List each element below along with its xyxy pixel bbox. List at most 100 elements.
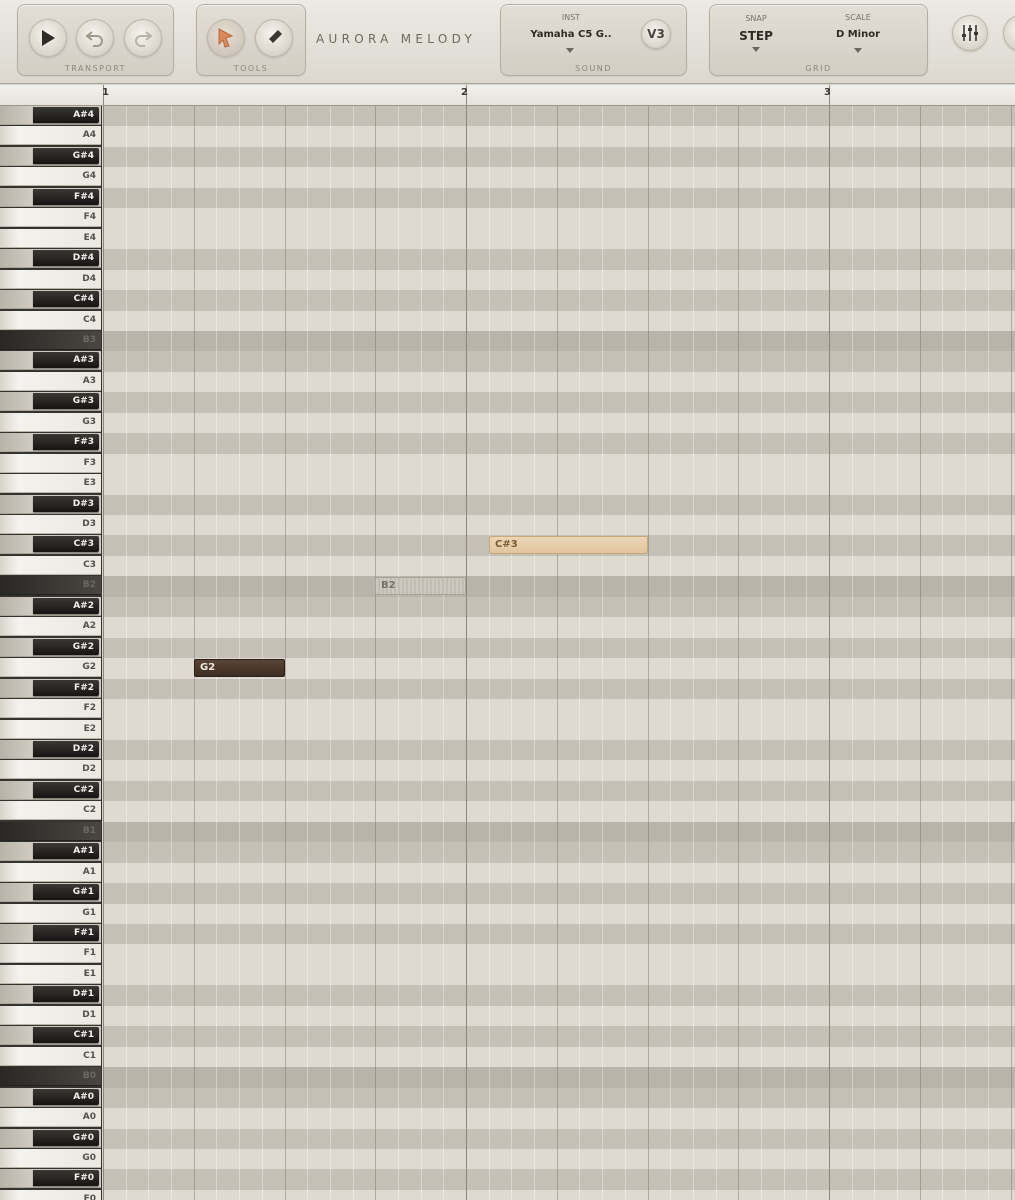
mixer-icon (960, 23, 980, 43)
piano-key-g0[interactable]: G0 (0, 1149, 101, 1168)
piano-key-fsharp1[interactable]: F#1 (0, 924, 101, 943)
piano-key-d1[interactable]: D1 (0, 1006, 101, 1025)
play-button[interactable] (29, 19, 67, 57)
black-key-label: A#1 (33, 843, 99, 859)
piano-key-b0[interactable]: B0 (0, 1067, 101, 1086)
black-key-label: C#4 (33, 291, 99, 307)
black-key-label: F#3 (33, 434, 99, 450)
note-csharp3[interactable]: C#3 (489, 536, 648, 554)
snap-label: SNAP (745, 14, 767, 23)
piano-keyboard[interactable]: A#4 A4 G#4 G4 F#4 F4 E4 D#4 D4 C#4 C4 B3 A#3 A3 G#3 G3 F… (0, 106, 102, 1200)
piano-key-c1[interactable]: C1 (0, 1047, 101, 1066)
piano-key-fsharp4[interactable]: F#4 (0, 188, 101, 207)
piano-key-fsharp2[interactable]: F#2 (0, 679, 101, 698)
piano-key-asharp2[interactable]: A#2 (0, 597, 101, 616)
redo-icon (133, 29, 153, 47)
piano-key-f0[interactable]: F0 (0, 1190, 101, 1200)
piano-key-g2[interactable]: G2 (0, 658, 101, 677)
mixer-button[interactable] (952, 15, 988, 51)
piano-key-csharp3[interactable]: C#3 (0, 535, 101, 554)
piano-key-c4[interactable]: C4 (0, 311, 101, 330)
piano-key-dsharp3[interactable]: D#3 (0, 495, 101, 514)
black-key-label: C#2 (33, 782, 99, 798)
black-key-label: G#1 (33, 884, 99, 900)
piano-key-g3[interactable]: G3 (0, 413, 101, 432)
piano-key-gsharp1[interactable]: G#1 (0, 883, 101, 902)
transport-panel: TRANSPORT (17, 4, 174, 76)
version-button[interactable]: V3 (641, 19, 671, 49)
grid-line (784, 106, 785, 1200)
piano-key-f3[interactable]: F3 (0, 454, 101, 473)
piano-key-asharp4[interactable]: A#4 (0, 106, 101, 125)
grid-line (761, 106, 762, 1200)
piano-key-gsharp3[interactable]: G#3 (0, 392, 101, 411)
more-options-button[interactable] (1003, 15, 1015, 51)
grid-line (421, 106, 422, 1200)
piano-key-fsharp0[interactable]: F#0 (0, 1169, 101, 1188)
piano-key-g4[interactable]: G4 (0, 167, 101, 186)
piano-key-d2[interactable]: D2 (0, 760, 101, 779)
piano-key-csharp4[interactable]: C#4 (0, 290, 101, 309)
grid-line (489, 106, 490, 1200)
grid-line (988, 106, 989, 1200)
note-grid[interactable]: C#3 B2 G2 (103, 106, 1015, 1200)
black-key-label: A#2 (33, 598, 99, 614)
note-g2[interactable]: G2 (194, 659, 285, 677)
piano-key-dsharp4[interactable]: D#4 (0, 249, 101, 268)
piano-key-a1[interactable]: A1 (0, 863, 101, 882)
piano-key-asharp3[interactable]: A#3 (0, 351, 101, 370)
piano-key-e2[interactable]: E2 (0, 720, 101, 739)
piano-key-a2[interactable]: A2 (0, 617, 101, 636)
black-key-label: G#3 (33, 393, 99, 409)
grid-line (738, 106, 739, 1200)
piano-key-d4[interactable]: D4 (0, 270, 101, 289)
piano-key-f2[interactable]: F2 (0, 699, 101, 718)
instrument-select[interactable]: Yamaha C5 G.. (501, 29, 641, 40)
piano-key-dsharp1[interactable]: D#1 (0, 985, 101, 1004)
piano-key-e3[interactable]: E3 (0, 474, 101, 493)
scale-dropdown-arrow[interactable] (854, 48, 862, 53)
instrument-dropdown-arrow[interactable] (566, 48, 574, 53)
piano-key-e1[interactable]: E1 (0, 965, 101, 984)
grid-line (806, 106, 807, 1200)
snap-dropdown-arrow[interactable] (752, 47, 760, 52)
piano-key-g1[interactable]: G1 (0, 904, 101, 923)
piano-key-gsharp0[interactable]: G#0 (0, 1129, 101, 1148)
piano-key-e4[interactable]: E4 (0, 229, 101, 248)
piano-key-b1[interactable]: B1 (0, 822, 101, 841)
timeline-ruler[interactable]: 1 2 3 (102, 85, 1015, 106)
grid-line (579, 106, 580, 1200)
piano-key-csharp2[interactable]: C#2 (0, 781, 101, 800)
piano-key-b3[interactable]: B3 (0, 331, 101, 350)
grid-line (285, 106, 286, 1200)
piano-key-fsharp3[interactable]: F#3 (0, 433, 101, 452)
grid-line (307, 106, 308, 1200)
piano-key-asharp0[interactable]: A#0 (0, 1088, 101, 1107)
piano-key-a4[interactable]: A4 (0, 126, 101, 145)
piano-key-csharp1[interactable]: C#1 (0, 1026, 101, 1045)
ruler-bar-number: 1 (102, 87, 109, 98)
snap-select[interactable]: STEP (710, 29, 802, 43)
note-b2[interactable]: B2 (375, 577, 466, 595)
undo-button[interactable] (76, 19, 114, 57)
piano-key-d3[interactable]: D3 (0, 515, 101, 534)
select-tool-button[interactable] (207, 19, 245, 57)
piano-key-c2[interactable]: C2 (0, 801, 101, 820)
piano-key-a0[interactable]: A0 (0, 1108, 101, 1127)
piano-key-f4[interactable]: F4 (0, 208, 101, 227)
grid-line (670, 106, 671, 1200)
black-key-label: C#1 (33, 1027, 99, 1043)
piano-key-f1[interactable]: F1 (0, 944, 101, 963)
redo-button[interactable] (124, 19, 162, 57)
piano-key-gsharp4[interactable]: G#4 (0, 147, 101, 166)
piano-key-a3[interactable]: A3 (0, 372, 101, 391)
scale-select[interactable]: D Minor (806, 29, 910, 40)
pencil-tool-button[interactable] (255, 19, 293, 57)
piano-key-c3[interactable]: C3 (0, 556, 101, 575)
grid-line (852, 106, 853, 1200)
piano-key-gsharp2[interactable]: G#2 (0, 638, 101, 657)
piano-key-b2[interactable]: B2 (0, 576, 101, 595)
piano-key-asharp1[interactable]: A#1 (0, 842, 101, 861)
piano-key-dsharp2[interactable]: D#2 (0, 740, 101, 759)
toolbar: TRANSPORT TOOLS AURORA MELODY INST Yamah… (0, 0, 1015, 84)
